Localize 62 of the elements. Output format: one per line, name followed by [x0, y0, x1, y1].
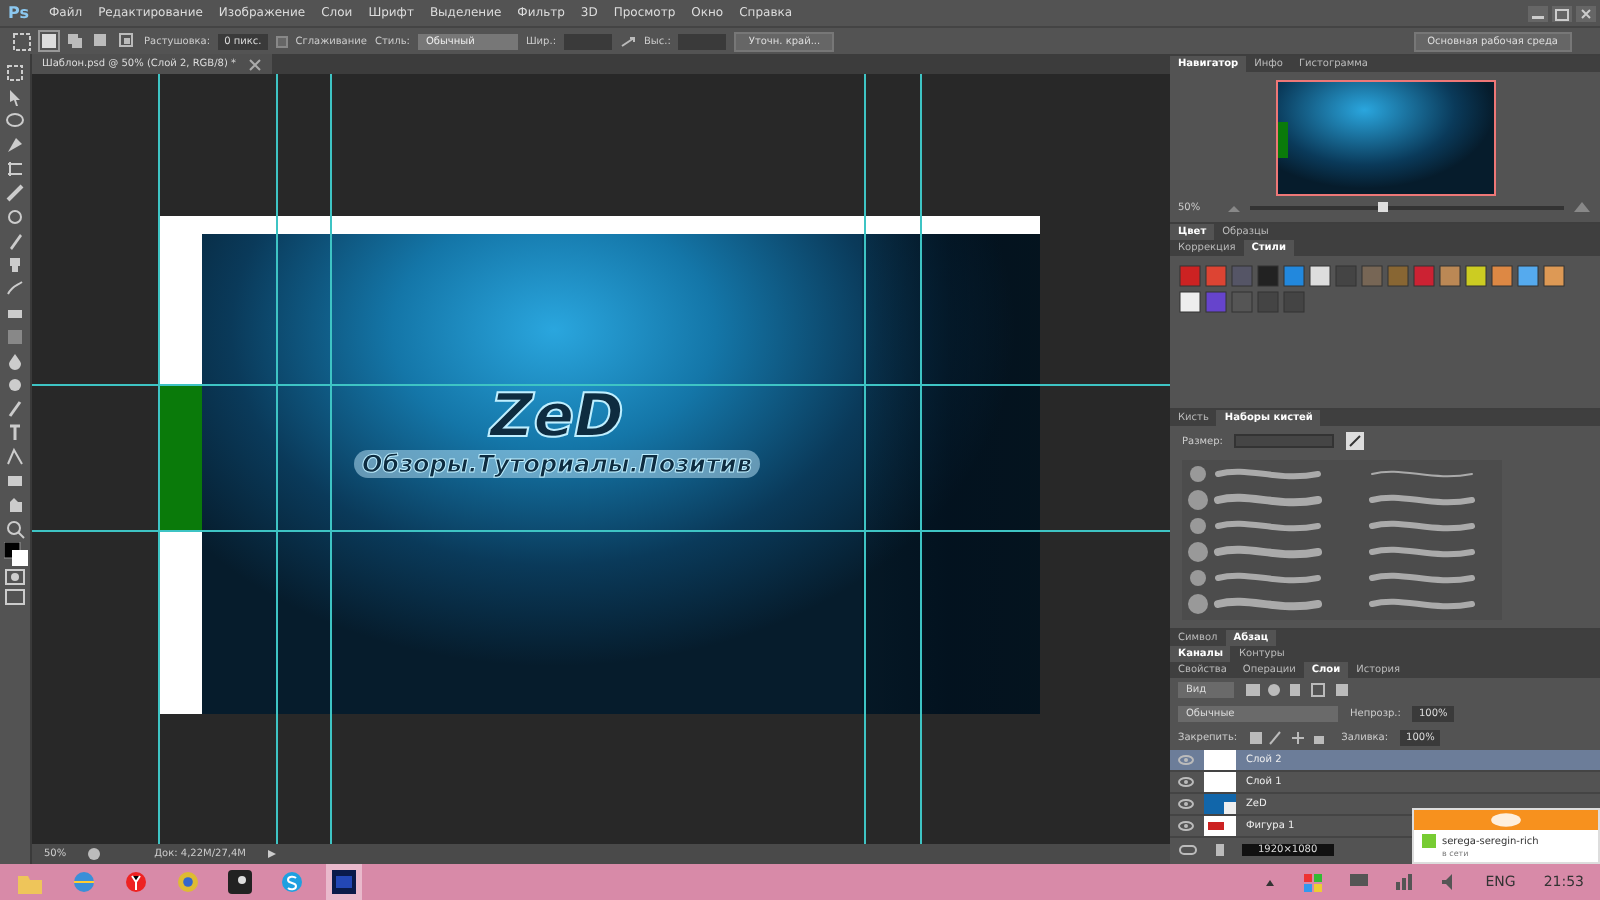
- restore-icon[interactable]: [1552, 5, 1572, 21]
- app-logo: Ps: [6, 4, 31, 22]
- tool-icon[interactable]: [4, 350, 26, 372]
- new-brush-icon[interactable]: [1346, 432, 1365, 450]
- tool-icon[interactable]: [4, 134, 26, 156]
- height-field[interactable]: [678, 33, 727, 49]
- flag-icon[interactable]: [1303, 873, 1322, 891]
- subtract-selection-icon[interactable]: [92, 32, 110, 50]
- layer-thumbnail[interactable]: [1204, 750, 1236, 770]
- speaker-icon[interactable]: [1441, 874, 1458, 890]
- tool-icon[interactable]: [4, 158, 26, 180]
- eye-icon[interactable]: [1178, 776, 1194, 788]
- width-field[interactable]: [564, 33, 612, 49]
- tool-icon[interactable]: [4, 206, 26, 228]
- tool-icon[interactable]: [4, 182, 26, 204]
- tool-icon[interactable]: [4, 62, 26, 84]
- steam-icon[interactable]: [228, 870, 252, 894]
- zoom-slider-thumb[interactable]: [1377, 201, 1388, 211]
- tool-icon[interactable]: [4, 278, 26, 300]
- tool-icon[interactable]: [4, 398, 26, 420]
- link-icon[interactable]: [1178, 843, 1198, 855]
- close-icon[interactable]: [248, 57, 263, 71]
- brush-presets-drawing[interactable]: [1182, 460, 1502, 620]
- expand-arrow-icon[interactable]: [265, 848, 278, 860]
- tool-icon[interactable]: [4, 494, 26, 516]
- tool-icon[interactable]: [4, 254, 26, 276]
- trash-icon[interactable]: [1214, 842, 1226, 856]
- tagline-text: Обзоры.Туториалы.Позитив: [354, 450, 760, 478]
- circle-icon[interactable]: [176, 870, 200, 894]
- close-icon[interactable]: [1576, 5, 1596, 21]
- layer-thumbnail[interactable]: [1204, 794, 1236, 814]
- swap-icon[interactable]: [620, 33, 636, 49]
- layer-thumbnail[interactable]: [1204, 816, 1236, 836]
- color-swatches-icon[interactable]: [3, 542, 27, 566]
- minimize-icon[interactable]: [1528, 5, 1548, 21]
- tool-icon[interactable]: [4, 374, 26, 396]
- eye-icon[interactable]: [1178, 798, 1194, 810]
- add-selection-icon[interactable]: [66, 32, 84, 50]
- quick-mask-icon[interactable]: [4, 568, 26, 586]
- tool-icon[interactable]: [4, 230, 26, 252]
- s-circle-icon[interactable]: [280, 870, 304, 894]
- new-selection-icon[interactable]: [40, 32, 58, 50]
- tool-icon[interactable]: [4, 470, 26, 492]
- tool-icon[interactable]: [4, 446, 26, 468]
- network-icon[interactable]: [1395, 874, 1414, 890]
- tool-icon[interactable]: [4, 110, 26, 132]
- intersect-selection-icon[interactable]: [118, 32, 136, 50]
- y-icon[interactable]: [124, 870, 148, 894]
- eye-icon[interactable]: [1178, 820, 1194, 832]
- layer-thumbnail[interactable]: [1204, 772, 1236, 792]
- tool-icon[interactable]: [4, 422, 26, 444]
- tool-icon[interactable]: [4, 86, 26, 108]
- marquee-icon[interactable]: [12, 31, 32, 51]
- tool-icon[interactable]: [4, 518, 26, 540]
- lock-icons-drawing[interactable]: [1249, 730, 1330, 746]
- export-icon[interactable]: [86, 846, 103, 862]
- logo-text: ZeD: [489, 386, 624, 450]
- tray-arrow-icon[interactable]: [1263, 876, 1276, 888]
- size-field[interactable]: [1234, 434, 1335, 448]
- screen-mode-icon[interactable]: [4, 588, 26, 606]
- monitor-icon[interactable]: [1349, 874, 1368, 890]
- antialias-checkbox[interactable]: [275, 35, 288, 47]
